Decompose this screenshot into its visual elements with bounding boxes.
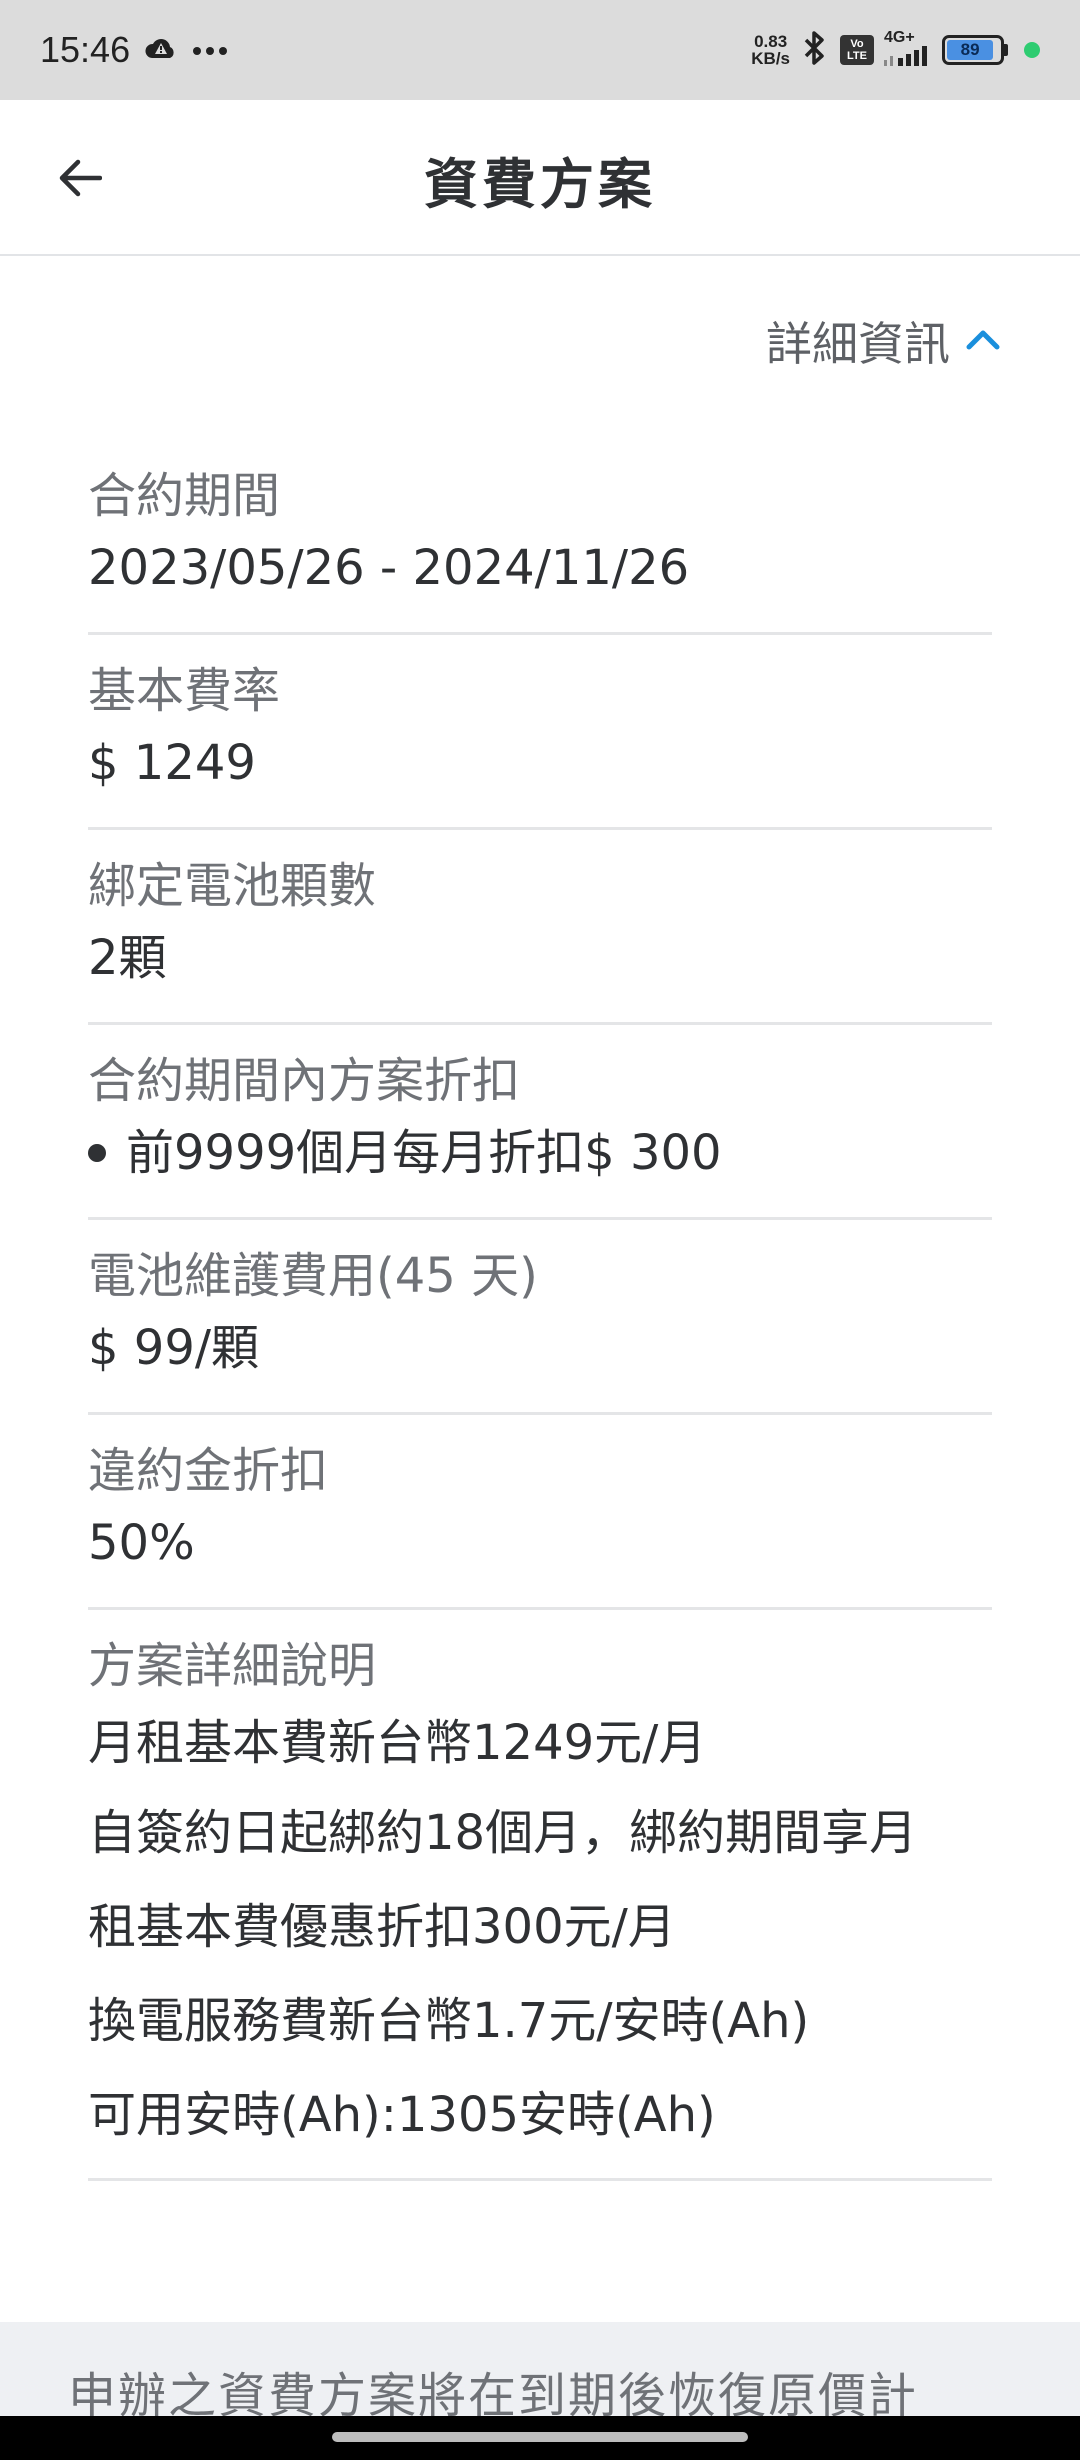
- item-label: 違約金折扣: [88, 1443, 329, 1499]
- status-time: 15:46: [40, 29, 131, 70]
- status-bar: 15:46 0.83 KB/s Vo LTE 4G+ 89: [0, 0, 1080, 100]
- system-nav-bar: [0, 2416, 1080, 2460]
- description-line: 月租基本費新台幣1249元/月: [88, 1715, 707, 1771]
- chevron-up-icon: [966, 328, 1000, 354]
- volte-bottom: LTE: [847, 50, 867, 62]
- net-speed-unit: KB/s: [751, 49, 790, 68]
- item-value: $ 1249: [88, 735, 256, 791]
- item-value: 50%: [88, 1515, 195, 1571]
- footer-note: 申辦之資費方案將在到期後恢復原價計: [0, 2322, 1080, 2422]
- battery-fill: 89: [947, 40, 994, 60]
- net-speed: 0.83 KB/s: [751, 33, 790, 67]
- description-line: 換電服務費新台幣1.7元/安時(Ah): [88, 1993, 810, 2049]
- description-line: 租基本費優惠折扣300元/月: [88, 1899, 676, 1955]
- contract-period-item: 合約期間 2023/05/26 - 2024/11/26: [88, 440, 992, 635]
- item-value: 前9999個月每月折扣$ 300: [126, 1125, 722, 1181]
- battery-count-item: 綁定電池顆數 2顆: [88, 830, 992, 1025]
- cloud-warning-icon: [144, 34, 178, 66]
- item-label: 合約期間: [88, 468, 281, 524]
- details-label: 詳細資訊: [766, 317, 950, 371]
- penalty-discount-item: 違約金折扣 50%: [88, 1415, 992, 1610]
- more-dots-icon: [192, 41, 228, 60]
- volte-badge: Vo LTE: [840, 35, 874, 65]
- description-line: 可用安時(Ah):1305安時(Ah): [88, 2087, 716, 2143]
- volte-top: Vo: [850, 38, 864, 50]
- item-label: 合約期間內方案折扣: [88, 1053, 521, 1109]
- discount-bullet: 前9999個月每月折扣$ 300: [88, 1115, 992, 1191]
- item-value: $ 99/顆: [88, 1320, 260, 1376]
- item-label: 綁定電池顆數: [88, 858, 377, 914]
- page-title: 資費方案: [424, 153, 656, 216]
- item-label: 方案詳細說明: [88, 1638, 377, 1694]
- plan-description-item: 方案詳細說明 月租基本費新台幣1249元/月 自簽約日起綁約18個月，綁約期間享…: [88, 1610, 992, 2181]
- signal-icon: [884, 46, 932, 70]
- network-indicator: 4G+: [884, 30, 932, 70]
- home-indicator[interactable]: [332, 2432, 748, 2442]
- plan-details: 合約期間 2023/05/26 - 2024/11/26 基本費率 $ 1249…: [88, 440, 992, 2181]
- battery-maintenance-item: 電池維護費用(45 天) $ 99/顆: [88, 1220, 992, 1415]
- status-left: 15:46: [40, 29, 228, 71]
- status-right: 0.83 KB/s Vo LTE 4G+ 89: [751, 30, 1040, 70]
- battery-body: 89: [942, 35, 1004, 65]
- contract-discount-item: 合約期間內方案折扣 前9999個月每月折扣$ 300: [88, 1025, 992, 1220]
- bullet-dot-icon: [88, 1144, 106, 1162]
- network-type: 4G+: [884, 29, 915, 46]
- base-rate-item: 基本費率 $ 1249: [88, 635, 992, 830]
- description-line: 自簽約日起綁約18個月，綁約期間享月: [88, 1805, 918, 1861]
- battery-tip: [1004, 44, 1008, 56]
- bluetooth-icon: [800, 30, 830, 70]
- item-label: 電池維護費用(45 天): [88, 1248, 538, 1304]
- app-header: 資費方案: [0, 100, 1080, 256]
- item-value: 2顆: [88, 930, 167, 986]
- net-speed-value: 0.83: [754, 32, 788, 51]
- details-toggle[interactable]: 詳細資訊: [766, 308, 1000, 374]
- item-label: 基本費率: [88, 663, 281, 719]
- privacy-dot-icon: [1024, 42, 1040, 58]
- battery-indicator: 89: [942, 35, 1008, 65]
- item-value: 2023/05/26 - 2024/11/26: [88, 540, 690, 596]
